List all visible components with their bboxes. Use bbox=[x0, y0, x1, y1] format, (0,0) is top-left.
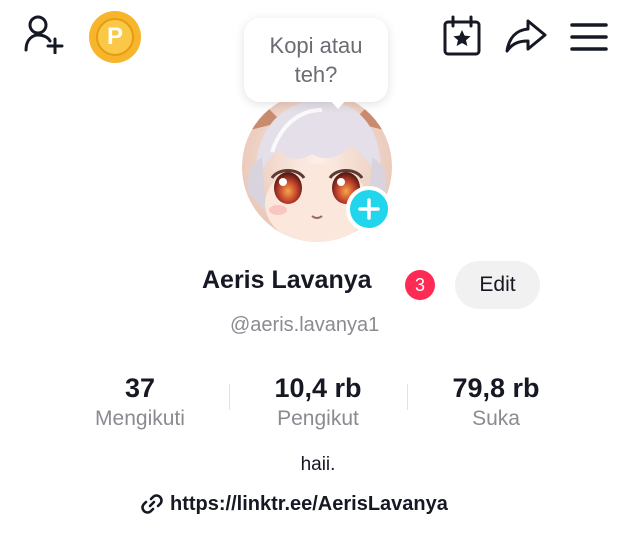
stat-following-value: 37 bbox=[124, 373, 156, 403]
plus-icon bbox=[358, 198, 380, 220]
menu-button[interactable] bbox=[566, 18, 612, 56]
add-avatar-button[interactable] bbox=[346, 186, 392, 232]
edit-profile-button[interactable]: Edit bbox=[455, 261, 540, 309]
profile-link[interactable]: https://linktr.ee/AerisLavanya bbox=[140, 492, 448, 516]
note-text: Kopi atau teh? bbox=[269, 33, 363, 87]
profile-link-text: https://linktr.ee/AerisLavanya bbox=[170, 492, 448, 515]
add-friend-button[interactable] bbox=[22, 14, 68, 54]
share-button[interactable] bbox=[502, 16, 550, 56]
stat-likes[interactable]: 79,8 rb Suka bbox=[427, 370, 565, 432]
stat-likes-label: Suka bbox=[472, 407, 520, 430]
coin-button[interactable]: P bbox=[89, 11, 141, 63]
stat-following-label: Mengikuti bbox=[95, 407, 185, 430]
bio-text: haii. bbox=[300, 454, 336, 475]
calendar-button[interactable] bbox=[440, 14, 484, 58]
stat-following[interactable]: 37 Mengikuti bbox=[70, 370, 210, 432]
profile-name: Aeris Lavanya bbox=[202, 266, 372, 294]
note-bubble[interactable]: Kopi atau teh? bbox=[244, 18, 388, 102]
stat-divider bbox=[229, 384, 230, 410]
notification-badge[interactable]: 3 bbox=[405, 270, 435, 300]
username: @aeris.lavanya1 bbox=[230, 314, 380, 336]
menu-icon bbox=[570, 23, 608, 51]
stat-divider bbox=[407, 384, 408, 410]
add-friend-icon bbox=[24, 15, 64, 54]
stat-followers-label: Pengikut bbox=[277, 407, 359, 430]
coin-icon: P bbox=[96, 18, 134, 56]
stat-followers-value: 10,4 rb bbox=[274, 373, 362, 403]
share-icon bbox=[505, 19, 547, 53]
stat-likes-value: 79,8 rb bbox=[452, 373, 540, 403]
stat-followers[interactable]: 10,4 rb Pengikut bbox=[248, 370, 388, 432]
note-bubble-tail bbox=[330, 100, 346, 109]
link-icon bbox=[141, 494, 163, 514]
calendar-star-icon bbox=[443, 15, 481, 56]
